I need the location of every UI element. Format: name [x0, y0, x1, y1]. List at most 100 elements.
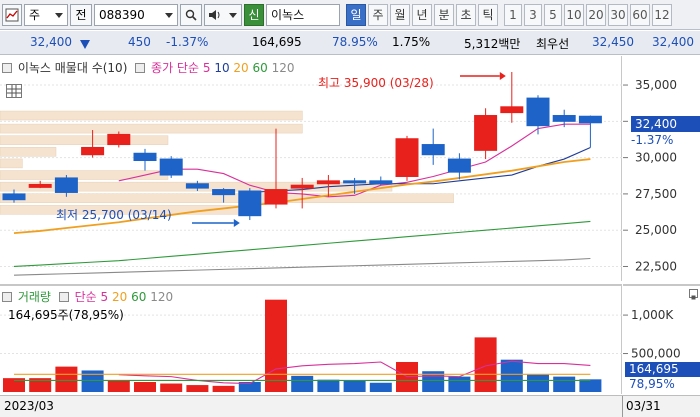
- price-axis-svg: 35,00032,50030,00027,50025,00022,500: [623, 78, 677, 273]
- turnover-pct: 1.75%: [392, 35, 431, 49]
- volume-bar-4: [107, 380, 130, 392]
- sound-button[interactable]: [204, 4, 242, 26]
- ask-price: 32,450: [592, 35, 634, 49]
- candle-body-13: [343, 180, 367, 184]
- price-tick-label-3: 27,500: [635, 187, 677, 201]
- high-arrow-head: [499, 71, 506, 80]
- interval-button-5[interactable]: 30: [608, 4, 628, 26]
- period-button-6[interactable]: 틱: [478, 4, 498, 26]
- price-chart-pane[interactable]: 이녹스 매물대 수(10) 종가 단순 5 10 20 60 120 최고 35…: [0, 56, 622, 281]
- price-tick-label-0: 35,000: [635, 78, 677, 92]
- prev-button[interactable]: 전: [70, 4, 92, 26]
- volume-legend: 거래량 단순 5 20 60 120: [2, 288, 173, 305]
- volume-bar-19: [500, 359, 523, 392]
- price-legend-title: 이녹스 매물대 수(10): [17, 61, 128, 75]
- volume-bar-5: [134, 382, 156, 392]
- type-select[interactable]: 주: [24, 4, 68, 26]
- pane-menu-icon[interactable]: [689, 289, 698, 300]
- interval-button-3[interactable]: 10: [564, 4, 584, 26]
- candle-body-4: [107, 133, 131, 146]
- ma10-legend: 10: [214, 61, 230, 75]
- chevron-down-icon: [165, 13, 173, 18]
- volume-bar-7: [186, 385, 209, 392]
- ma-legend-prefix: 종가 단순: [151, 61, 200, 75]
- ma20-legend: 20: [233, 61, 249, 75]
- date-right: 03/31: [626, 399, 661, 413]
- candle-body-8: [212, 189, 236, 196]
- volume-bar-12: [317, 379, 340, 392]
- interval-button-1[interactable]: 3: [524, 4, 542, 26]
- search-icon: [185, 9, 197, 21]
- speaker-icon: [209, 10, 220, 20]
- ma5-legend: 5: [202, 61, 211, 75]
- price-change-pct: -1.37%: [166, 35, 209, 49]
- volume-bar-17: [448, 376, 471, 392]
- high-annotation: 최고 35,900 (03/28): [318, 76, 434, 90]
- volume-bar-10: [265, 299, 287, 392]
- chart-icon-button[interactable]: [2, 4, 22, 26]
- candle-body-0: [2, 193, 26, 201]
- low-annotation: 최저 25,700 (03/14): [56, 208, 172, 222]
- candle-body-12: [316, 180, 340, 185]
- period-button-2[interactable]: 월: [390, 4, 410, 26]
- candle-body-15: [395, 138, 419, 177]
- chart-icon: [5, 8, 19, 22]
- volume-profile-bar-2: [0, 135, 169, 145]
- search-button[interactable]: [180, 4, 202, 26]
- period-button-1[interactable]: 주: [368, 4, 388, 26]
- candle-body-10: [264, 189, 288, 205]
- price-legend: 이녹스 매물대 수(10) 종가 단순 5 10 20 60 120: [2, 59, 295, 76]
- ma-toggle-icon[interactable]: [135, 63, 146, 73]
- stock-name-field: 이녹스: [266, 4, 340, 26]
- chevron-down-icon: [55, 13, 63, 18]
- interval-button-2[interactable]: 5: [544, 4, 562, 26]
- volume-bar-13: [343, 380, 366, 392]
- period-button-4[interactable]: 분: [434, 4, 454, 26]
- chevron-down-icon: [229, 13, 237, 18]
- volume-ratio: 78.95%: [332, 35, 378, 49]
- volume-axis: 1,000K 500,000 164,695 78,95%: [623, 284, 700, 394]
- interval-button-4[interactable]: 20: [586, 4, 606, 26]
- volume-chart-pane[interactable]: 거래량 단순 5 20 60 120 164,695주(78,95%): [0, 284, 622, 394]
- volume-value: 164,695: [252, 35, 302, 49]
- volume-summary: 164,695주(78,95%): [8, 308, 124, 322]
- ma-toggle-icon[interactable]: [58, 292, 69, 302]
- table-icon[interactable]: [6, 84, 22, 98]
- candle-body-16: [421, 144, 445, 156]
- candle-body-22: [578, 115, 602, 124]
- stock-code-input[interactable]: 088390: [94, 4, 178, 26]
- period-button-5[interactable]: 초: [456, 4, 476, 26]
- interval-button-6[interactable]: 60: [630, 4, 650, 26]
- interval-button-0[interactable]: 1: [504, 4, 522, 26]
- price-tick-label-5: 22,500: [635, 259, 677, 273]
- trade-amount: 5,312백만: [464, 37, 521, 51]
- volume-profile: [0, 110, 454, 215]
- candle-body-5: [133, 152, 157, 162]
- volume-bar-14: [369, 382, 392, 392]
- candle-body-14: [369, 180, 393, 185]
- type-select-value: 주: [29, 8, 41, 22]
- volume-profile-bar-4: [0, 158, 23, 169]
- legend-toggle-icon[interactable]: [2, 63, 12, 73]
- period-button-3[interactable]: 년: [412, 4, 432, 26]
- interval-button-7[interactable]: 12: [652, 4, 672, 26]
- volume-bar-11: [291, 375, 314, 392]
- candle-body-2: [54, 177, 78, 193]
- price-change: 450: [128, 35, 151, 49]
- current-price-tag: 32,400: [631, 116, 700, 132]
- volume-bar-6: [160, 383, 183, 392]
- volume-bar-3: [81, 370, 104, 392]
- volume-profile-bar-1: [0, 123, 303, 134]
- vol-ma-prefix: 단순: [74, 290, 97, 304]
- candle-body-1: [28, 183, 52, 188]
- volume-bar-20: [527, 374, 549, 392]
- volume-bar-21: [553, 376, 576, 392]
- volume-tick-label-0: 1,000K: [631, 308, 674, 322]
- price-axis: 35,00032,50030,00027,50025,00022,500 32,…: [623, 56, 700, 281]
- date-left: 2023/03: [4, 399, 54, 413]
- period-button-0[interactable]: 일: [346, 4, 366, 26]
- legend-toggle-icon[interactable]: [2, 292, 12, 302]
- price-tick-label-4: 25,000: [635, 223, 677, 237]
- candle-body-9: [238, 190, 262, 217]
- stock-code-value: 088390: [99, 8, 145, 22]
